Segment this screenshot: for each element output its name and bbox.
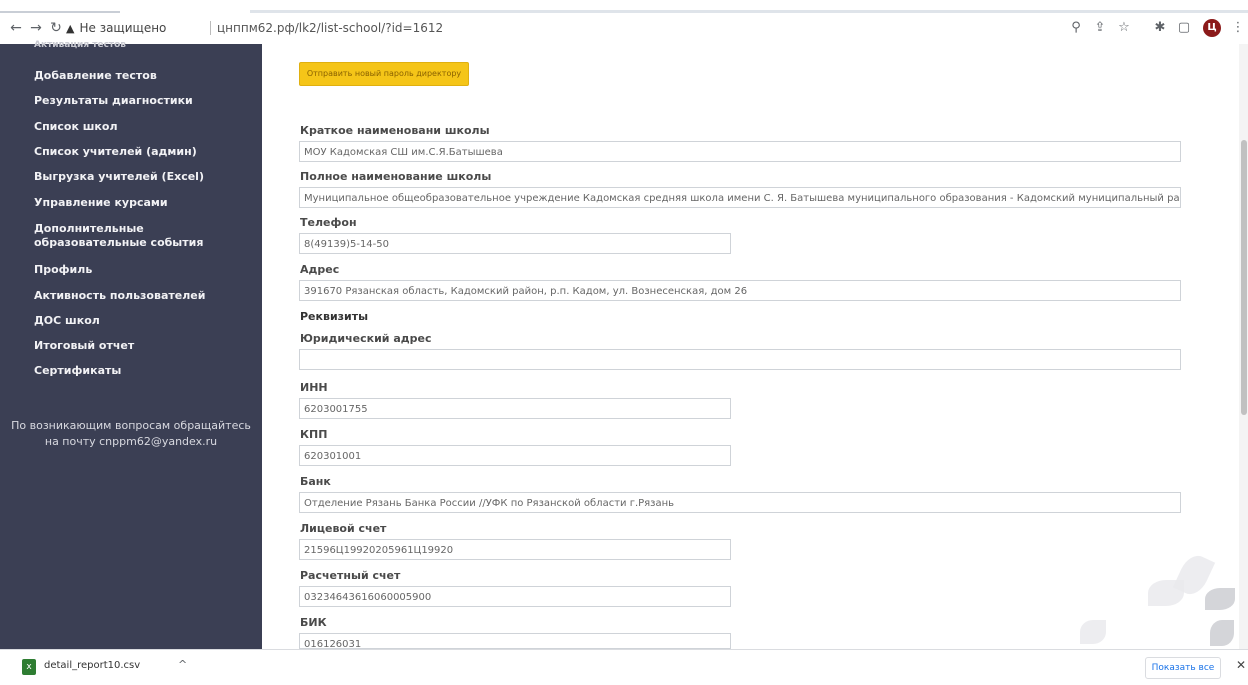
address-bar[interactable]: цнппм62.рф/lk2/list-school/?id=1612 [217,18,443,38]
decorative-leaf [1205,588,1235,610]
legal-address-field[interactable] [299,349,1181,370]
send-password-button[interactable]: Отправить новый пароль директору [299,62,469,86]
inn-label: ИНН [300,381,328,394]
warning-icon: ▲ [66,22,75,35]
sidebar-help-line2: на почту cnppm62@yandex.ru [44,435,218,448]
settlement-account-label: Расчетный счет [300,569,401,582]
sidebar-item-extra-events-line2: образовательные события [34,236,204,249]
scrollbar-thumb[interactable] [1241,140,1247,415]
csv-file-icon: x [22,659,36,675]
decorative-leaf [1210,620,1234,646]
sidebar-item-extra-events[interactable]: Дополнительные образовательные события [34,222,203,250]
back-icon[interactable]: ← [6,18,26,38]
chevron-up-icon[interactable]: ^ [178,658,187,671]
sidebar-item-certificates[interactable]: Сертификаты [34,364,121,377]
sidebar-item-user-activity[interactable]: Активность пользователей [34,289,205,302]
download-file-name[interactable]: detail_report10.csv [44,660,140,671]
bank-label: Банк [300,475,331,488]
bank-field[interactable]: Отделение Рязань Банка России //УФК по Р… [299,492,1181,513]
decorative-leaf [1080,620,1106,644]
zoom-icon[interactable]: ⚲ [1066,18,1086,38]
sidebar-item-course-management[interactable]: Управление курсами [34,196,168,209]
address-field[interactable]: 391670 Рязанская область, Кадомский райо… [299,280,1181,301]
sidebar-item-activate-tests[interactable]: Активация тестов [34,40,126,50]
security-label: Не защищено [79,21,167,35]
browser-toolbar: ← → ↻ ▲ Не защищено цнппм62.рф/lk2/list-s… [0,14,1248,44]
inn-field[interactable]: 6203001755 [299,398,731,419]
sidebar-item-add-tests[interactable]: Добавление тестов [34,69,157,82]
downloads-bar: x detail_report10.csv ^ Показать все ✕ [0,649,1248,685]
phone-label: Телефон [300,216,357,229]
sidebar-help-line1: По возникающим вопросам обращайтесь [11,419,251,432]
personal-account-field[interactable]: 21596Ц19920205961Ц19920 [299,539,731,560]
kpp-label: КПП [300,428,328,441]
profile-avatar[interactable]: Ц [1203,19,1221,37]
personal-account-label: Лицевой счет [300,522,387,535]
bik-label: БИК [300,616,327,629]
address-label: Адрес [300,263,340,276]
settlement-account-field[interactable]: 03234643616060005900 [299,586,731,607]
full-name-field[interactable]: Муниципальное общеобразовательное учрежд… [299,187,1181,208]
full-name-label: Полное наименование школы [300,170,492,183]
sidebar-item-teacher-list[interactable]: Список учителей (админ) [34,145,197,158]
sidebar-item-profile[interactable]: Профиль [34,263,92,276]
reload-icon[interactable]: ↻ [46,18,66,38]
forward-icon[interactable]: → [26,18,46,38]
show-all-button[interactable]: Показать все [1145,657,1221,679]
tab-strip-line-left [0,11,120,13]
close-icon[interactable]: ✕ [1236,658,1246,672]
sidebar: Активация тестов Добавление тестов Резул… [0,40,262,649]
short-name-label: Краткое наименовани школы [300,124,490,137]
requisites-heading: Реквизиты [300,310,369,323]
sidebar-item-final-report[interactable]: Итоговый отчет [34,339,134,352]
extensions-icon[interactable]: ✱ [1150,18,1170,38]
sidebar-item-teacher-export[interactable]: Выгрузка учителей (Excel) [34,170,204,183]
share-icon[interactable]: ⇪ [1090,18,1110,38]
legal-address-label: Юридический адрес [300,332,432,345]
kpp-field[interactable]: 620301001 [299,445,731,466]
menu-icon[interactable]: ⋮ [1228,18,1248,38]
sidepanel-icon[interactable]: ▢ [1174,18,1194,38]
sidebar-item-diagnostics-results[interactable]: Результаты диагностики [34,94,193,107]
tab-strip-line [250,10,1248,13]
address-separator [210,21,211,35]
tab-strip [0,0,1248,14]
bik-field[interactable]: 016126031 [299,633,731,649]
phone-field[interactable]: 8(49139)5-14-50 [299,233,731,254]
sidebar-item-dos-schools[interactable]: ДОС школ [34,314,100,327]
sidebar-item-extra-events-line1: Дополнительные [34,222,144,235]
sidebar-item-school-list[interactable]: Список школ [34,120,118,133]
security-indicator[interactable]: ▲ Не защищено [66,18,166,38]
bookmark-star-icon[interactable]: ☆ [1114,18,1134,38]
short-name-field[interactable]: МОУ Кадомская СШ им.С.Я.Батышева [299,141,1181,162]
